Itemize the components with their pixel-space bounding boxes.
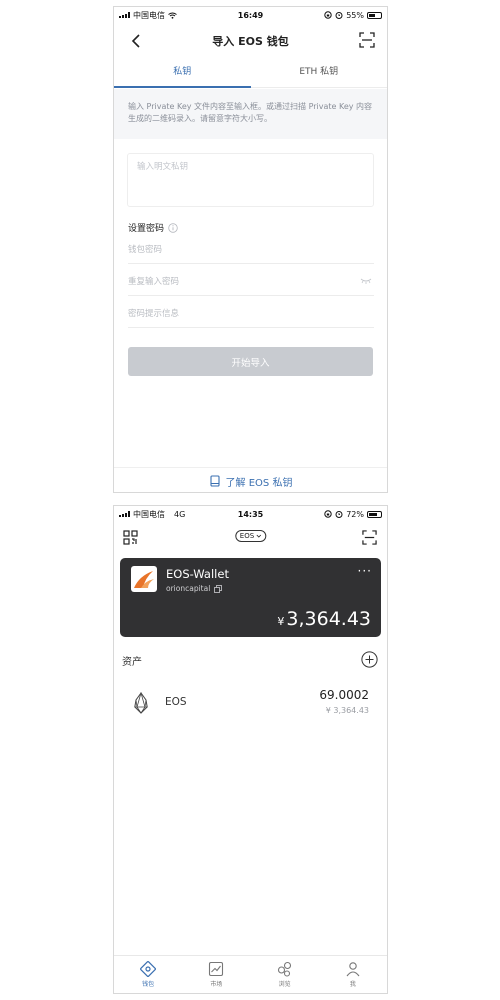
lock-rotation-icon [324, 11, 332, 19]
carrier-label: 中国电信 [133, 10, 165, 20]
currency-symbol: ¥ [277, 615, 285, 628]
import-hint: 输入 Private Key 文件内容至输入框。或通过扫描 Private Ke… [114, 89, 387, 139]
wallet-logo [131, 566, 157, 592]
asset-row-eos[interactable]: EOS 69.0002 ¥ 3,364.43 [130, 684, 371, 724]
battery-percent: 72% [346, 509, 364, 519]
book-icon [209, 475, 220, 487]
learn-link-label: 了解 EOS 私钥 [225, 477, 293, 489]
market-icon [209, 961, 224, 977]
nav-profile-label: 我 [349, 981, 356, 988]
private-key-input[interactable]: 输入明文私钥 [127, 153, 374, 207]
wallet-password-field[interactable]: 钱包密码 [128, 234, 374, 264]
wallet-icon [140, 961, 157, 977]
wallet-account: orioncapital [166, 584, 223, 593]
wallet-balance: ¥ 3,364.43 [277, 608, 371, 630]
assets-title: 资产 [122, 656, 142, 668]
password-hint-field[interactable]: 密码提示信息 [128, 298, 374, 328]
status-bar: 中国电信 16:49 55% [114, 7, 387, 23]
chain-selector[interactable]: EOS [234, 530, 267, 542]
nav-wallet-label: 钱包 [142, 981, 155, 988]
wallet-home-screen: 中国电信 4G 14:35 72% EOS EOS-Wallet orionca… [113, 505, 388, 994]
nav-profile[interactable]: 我 [319, 956, 387, 993]
wallet-header: EOS [114, 524, 387, 552]
battery-icon [367, 11, 382, 19]
bottom-navigation: 钱包 市场 浏览 我 [114, 955, 387, 993]
alarm-icon [335, 12, 343, 19]
start-import-button[interactable]: 开始导入 [128, 347, 373, 376]
asset-name: EOS [165, 696, 187, 708]
import-tabs: 私钥 ETH 私钥 [114, 58, 387, 88]
status-bar: 中国电信 4G 14:35 72% [114, 506, 387, 522]
import-wallet-screen: 中国电信 16:49 55% 导入 EOS 钱包 私钥 ETH 私钥 输入 Pr… [113, 6, 388, 493]
nav-wallet[interactable]: 钱包 [114, 956, 182, 993]
wifi-icon [168, 12, 177, 19]
back-arrow-icon[interactable] [126, 31, 146, 51]
more-options-icon[interactable]: ··· [358, 564, 372, 578]
tab-private-key[interactable]: 私钥 [114, 58, 251, 88]
page-title: 导入 EOS 钱包 [212, 35, 289, 48]
nav-browse[interactable]: 浏览 [251, 956, 319, 993]
signal-icon [119, 511, 130, 517]
profile-icon [346, 962, 360, 977]
repeat-password-placeholder: 重复输入密码 [128, 276, 180, 287]
asset-amount: 69.0002 [319, 688, 369, 702]
wallet-password-placeholder: 钱包密码 [128, 244, 163, 255]
wallet-name: EOS-Wallet [166, 567, 229, 581]
nav-market[interactable]: 市场 [182, 956, 250, 993]
browse-icon [277, 961, 291, 977]
chevron-down-icon [256, 534, 261, 538]
password-hint-placeholder: 密码提示信息 [128, 308, 180, 319]
account-name: orioncapital [166, 584, 211, 593]
eos-token-icon [134, 692, 148, 714]
lock-rotation-icon [324, 510, 332, 518]
password-section-title: 设置密码 [128, 221, 178, 234]
assets-header: 资产 [122, 650, 379, 670]
info-icon[interactable] [168, 222, 178, 233]
copy-icon[interactable] [214, 584, 223, 593]
asset-fiat-value: ¥ 3,364.43 [325, 706, 369, 715]
carrier-label: 中国电信 [133, 509, 165, 519]
learn-eos-private-key-link[interactable]: 了解 EOS 私钥 [114, 467, 387, 492]
battery-percent: 55% [346, 10, 364, 20]
chain-selector-label: EOS [239, 532, 255, 540]
eye-closed-icon[interactable] [360, 278, 372, 284]
nav-market-label: 市场 [210, 981, 223, 988]
battery-icon [367, 510, 382, 518]
add-asset-icon[interactable] [361, 651, 378, 668]
password-section-label: 设置密码 [128, 224, 165, 234]
nav-browse-label: 浏览 [278, 981, 291, 988]
tab-eth-private-key[interactable]: ETH 私钥 [251, 58, 388, 87]
navigation-bar: 导入 EOS 钱包 [114, 24, 387, 58]
wallet-card[interactable]: EOS-Wallet orioncapital ··· ¥ 3,364.43 [120, 558, 381, 637]
wallet-logo-icon [134, 571, 154, 588]
alarm-icon [335, 511, 343, 518]
qr-code-icon[interactable] [123, 530, 138, 545]
signal-icon [119, 12, 130, 18]
scan-icon[interactable] [359, 32, 375, 48]
balance-amount: 3,364.43 [286, 608, 371, 630]
network-label: 4G [174, 509, 186, 519]
scan-icon[interactable] [362, 530, 377, 545]
repeat-password-field[interactable]: 重复输入密码 [128, 266, 374, 296]
